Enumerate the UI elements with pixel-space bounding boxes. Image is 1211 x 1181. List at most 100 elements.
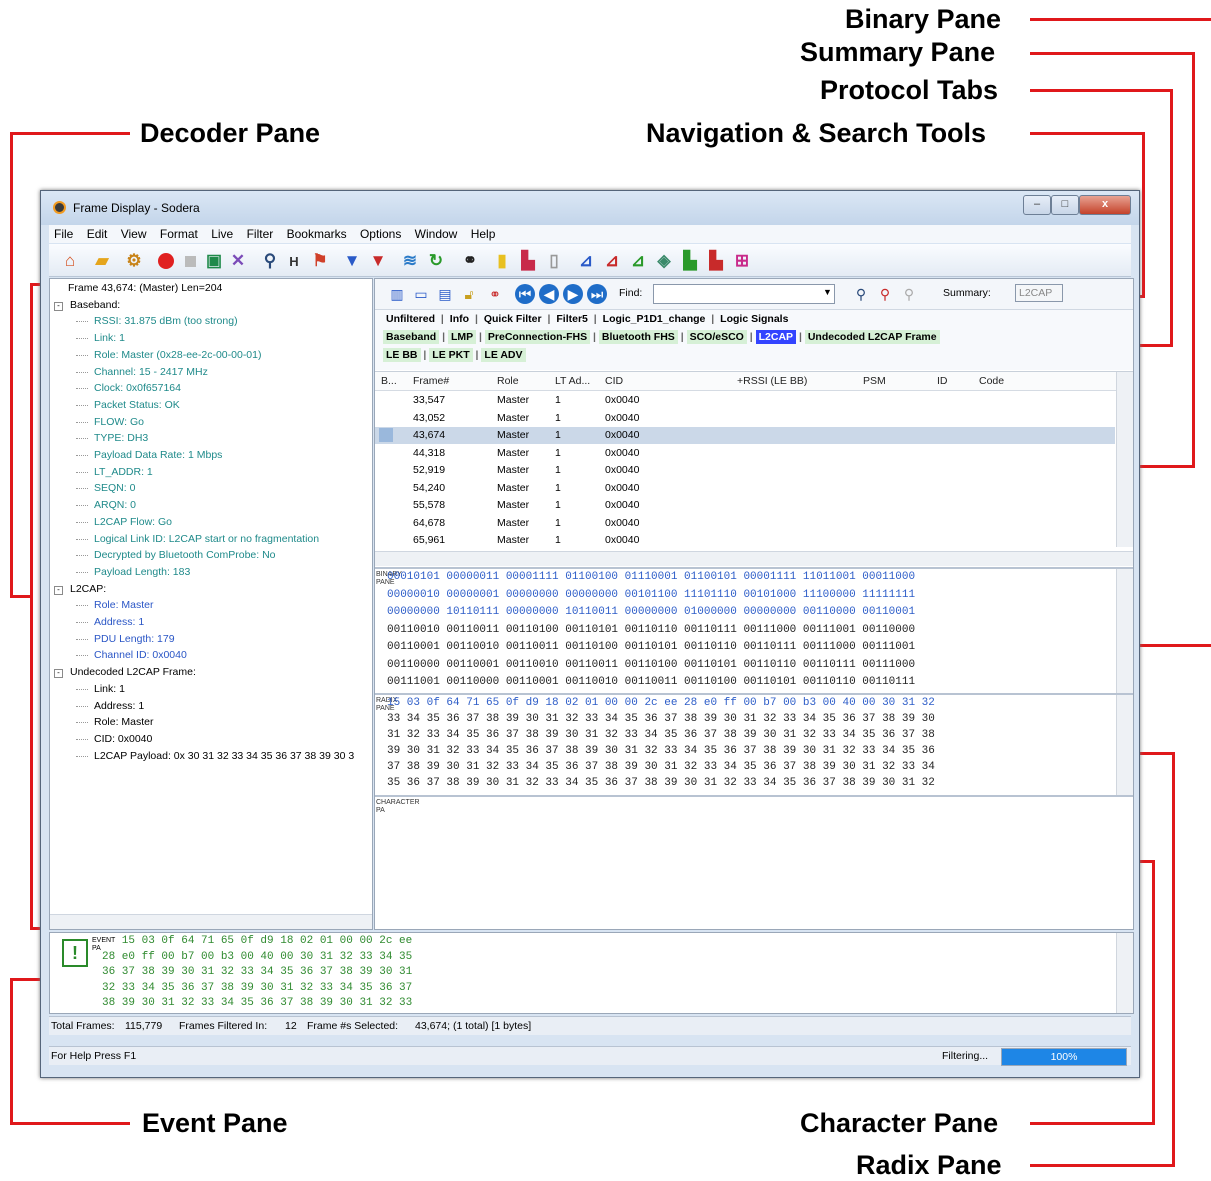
summary-row[interactable]: 43,052 Master 1 0x0040 <box>375 410 1115 427</box>
find-dropdown-icon[interactable]: ▼ <box>823 287 832 297</box>
decoder-field[interactable]: Address: 1 <box>94 700 144 712</box>
summary-column-header[interactable]: CID <box>605 375 623 387</box>
summary-vertical-scrollbar[interactable] <box>1116 372 1133 547</box>
settings-gears-icon[interactable]: ⚙ <box>123 250 145 272</box>
tab-le-bb[interactable]: LE BB <box>383 348 421 362</box>
decoder-field[interactable]: LT_ADDR: 1 <box>94 466 153 478</box>
tab-le-pkt[interactable]: LE PKT <box>429 348 473 362</box>
menu-bookmarks[interactable]: Bookmarks <box>282 225 352 243</box>
decoder-field[interactable]: PDU Length: 179 <box>94 633 175 645</box>
open-folder-icon[interactable]: ▰ <box>91 250 113 272</box>
decoder-field[interactable]: Role: Master (0x28-ee-2c-00-00-01) <box>94 349 262 361</box>
decoder-field[interactable]: L2CAP: <box>70 583 106 595</box>
close-button[interactable]: x <box>1079 195 1131 215</box>
save-icon[interactable]: ▣ <box>203 250 225 272</box>
layout-icon-3[interactable]: ▤ <box>435 284 455 304</box>
timing-icon[interactable]: ⊞ <box>731 250 753 272</box>
decoder-field[interactable]: CID: 0x0040 <box>94 733 152 745</box>
summary-column-header[interactable]: ID <box>937 375 948 387</box>
tree-expander-icon[interactable]: - <box>54 585 63 595</box>
filter-icon[interactable]: ▼ <box>341 250 363 272</box>
summary-row[interactable]: 55,578 Master 1 0x0040 <box>375 497 1115 514</box>
layers-icon[interactable]: ≋ <box>399 250 421 272</box>
find-icon[interactable]: ⚲ <box>259 250 281 272</box>
chart-line-red-icon[interactable]: ⊿ <box>601 250 623 272</box>
stack-icon[interactable]: ◈ <box>653 250 675 272</box>
decoder-field[interactable]: Decrypted by Bluetooth ComProbe: No <box>94 549 276 561</box>
decoder-field[interactable]: FLOW: Go <box>94 416 144 428</box>
search-clear-icon[interactable]: ⚲ <box>899 284 919 304</box>
decoder-pane[interactable]: Frame 43,674: (Master) Len=204- Baseband:… <box>49 278 373 930</box>
tree-expander-icon[interactable]: - <box>54 301 63 311</box>
tab-undecoded-l2cap-frame[interactable]: Undecoded L2CAP Frame <box>804 330 940 344</box>
decoder-field[interactable]: Frame 43,674: (Master) Len=204 <box>68 282 222 294</box>
menu-filter[interactable]: Filter <box>242 225 279 243</box>
summary-column-header[interactable]: B... <box>381 375 397 387</box>
last-frame-icon[interactable]: ⏭︎ <box>587 284 607 304</box>
summary-horizontal-scrollbar[interactable] <box>375 551 1133 566</box>
summary-column-header[interactable]: LT Ad... <box>555 375 590 387</box>
decoder-field[interactable]: Baseband: <box>70 299 120 311</box>
menu-help[interactable]: Help <box>466 225 501 243</box>
decoder-field[interactable]: Channel ID: 0x0040 <box>94 649 187 661</box>
record-icon[interactable] <box>155 250 177 272</box>
bar-chart-color-icon[interactable]: ▙ <box>705 250 727 272</box>
summary-column-header[interactable]: Code <box>979 375 1004 387</box>
tab-baseband[interactable]: Baseband <box>383 330 440 344</box>
summary-column-header[interactable]: PSM <box>863 375 886 387</box>
decoder-horizontal-scrollbar[interactable] <box>50 914 372 929</box>
decoder-field[interactable]: SEQN: 0 <box>94 482 135 494</box>
maximize-button[interactable]: □ <box>1051 195 1079 215</box>
decoder-field[interactable]: ARQN: 0 <box>94 499 136 511</box>
tab-logic-p1d1-change[interactable]: Logic_P1D1_change <box>600 312 709 326</box>
stop-icon[interactable] <box>179 250 201 272</box>
hex-icon[interactable]: H <box>283 250 305 272</box>
summary-pane[interactable]: B... Frame# Role LT Ad... CID +RSSI (LE BB) PS… <box>375 371 1133 566</box>
summary-column-header[interactable]: Frame# <box>413 375 449 387</box>
radix-vertical-scrollbar[interactable] <box>1116 695 1133 795</box>
summary-row[interactable]: 44,318 Master 1 0x0040 <box>375 445 1115 462</box>
summary-row[interactable]: 54,240 Master 1 0x0040 <box>375 480 1115 497</box>
summary-column-header[interactable]: Role <box>497 375 519 387</box>
book-open-icon[interactable]: ▯ <box>543 250 565 272</box>
menu-view[interactable]: View <box>116 225 152 243</box>
summary-row[interactable]: 52,919 Master 1 0x0040 <box>375 462 1115 479</box>
filter-remove-icon[interactable]: ▼ <box>367 250 389 272</box>
decoder-field[interactable]: Link: 1 <box>94 332 125 344</box>
decoder-field[interactable]: Logical Link ID: L2CAP start or no fragm… <box>94 533 319 545</box>
home-icon[interactable]: ⌂ <box>59 250 81 272</box>
lock-icon[interactable]: 🔓︎ <box>459 284 479 304</box>
summary-row[interactable]: 33,547 Master 1 0x0040 <box>375 392 1115 409</box>
decoder-field[interactable]: Role: Master <box>94 599 154 611</box>
menu-file[interactable]: File <box>49 225 78 243</box>
tab-filter5[interactable]: Filter5 <box>553 312 591 326</box>
tab-l2cap[interactable]: L2CAP <box>755 330 797 344</box>
menu-live[interactable]: Live <box>206 225 238 243</box>
layout-icon-2[interactable]: ▭ <box>411 284 431 304</box>
tab-bluetooth-fhs[interactable]: Bluetooth FHS <box>598 330 678 344</box>
tab-info[interactable]: Info <box>447 312 472 326</box>
search-backward-icon[interactable]: ⚲ <box>875 284 895 304</box>
title-bar[interactable]: Frame Display - Sodera – □ x <box>41 191 1139 225</box>
refresh-icon[interactable]: ↻ <box>425 250 447 272</box>
tab-lmp[interactable]: LMP <box>447 330 477 344</box>
tab-quick-filter[interactable]: Quick Filter <box>481 312 545 326</box>
decoder-field[interactable]: TYPE: DH3 <box>94 432 148 444</box>
decoder-field[interactable]: Link: 1 <box>94 683 125 695</box>
tree-expander-icon[interactable]: - <box>54 669 63 679</box>
decoder-field[interactable]: L2CAP Payload: 0x 30 31 32 33 34 35 36 3… <box>94 750 354 762</box>
book-red-icon[interactable]: ▙ <box>517 250 539 272</box>
menu-format[interactable]: Format <box>155 225 203 243</box>
binary-vertical-scrollbar[interactable] <box>1116 569 1133 693</box>
decoder-field[interactable]: Address: 1 <box>94 616 144 628</box>
binary-pane[interactable]: BINARY PANE 00010101 00000011 00001111 0… <box>375 567 1133 693</box>
event-vertical-scrollbar[interactable] <box>1116 933 1133 1013</box>
tab-logic-signals[interactable]: Logic Signals <box>717 312 791 326</box>
bar-chart-icon[interactable]: ▙ <box>679 250 701 272</box>
decoder-field[interactable]: Payload Length: 183 <box>94 566 190 578</box>
minimize-button[interactable]: – <box>1023 195 1051 215</box>
summary-select[interactable]: L2CAP <box>1015 284 1063 302</box>
decoder-field[interactable]: Clock: 0x0f657164 <box>94 382 181 394</box>
binoculars-red-icon[interactable]: ⚭ <box>485 284 505 304</box>
menu-edit[interactable]: Edit <box>82 225 113 243</box>
